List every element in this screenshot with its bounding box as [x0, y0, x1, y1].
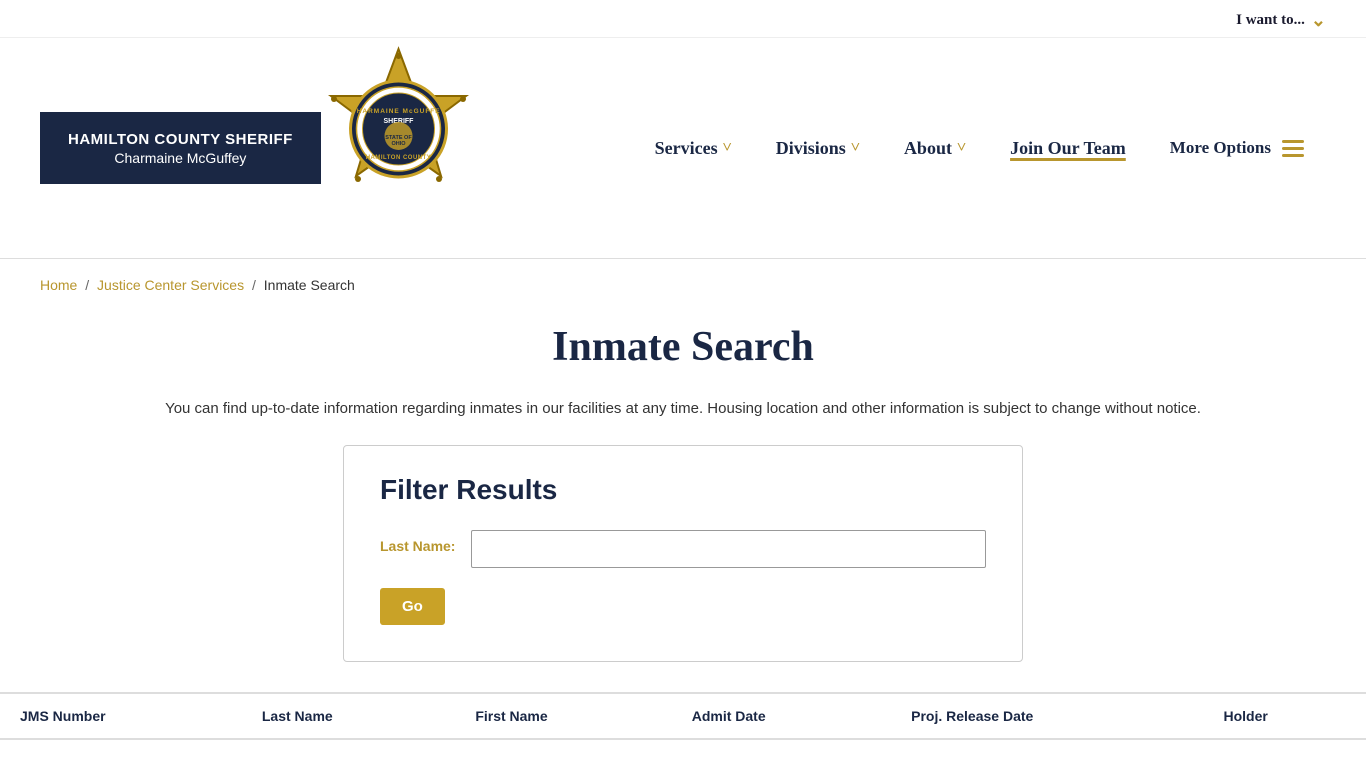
col-jms-number: JMS Number — [0, 693, 242, 739]
col-last-name: Last Name — [242, 693, 455, 739]
filter-row-lastname: Last Name: — [380, 530, 986, 568]
breadcrumb-separator-2: / — [252, 277, 260, 293]
department-name: HAMILTON COUNTY SHERIFF — [68, 130, 293, 150]
table-header-row: JMS Number Last Name First Name Admit Da… — [0, 693, 1366, 739]
i-want-to-button[interactable]: I want to... ⌄ — [1236, 10, 1326, 31]
sheriff-name: Charmaine McGuffey — [68, 150, 293, 166]
col-admit-date: Admit Date — [672, 693, 891, 739]
breadcrumb-separator-1: / — [85, 277, 93, 293]
services-label: Services — [655, 138, 718, 159]
services-chevron-icon: ˅ — [723, 139, 732, 157]
svg-text:OHIO: OHIO — [391, 141, 406, 147]
svg-text:HAMILTON COUNTY: HAMILTON COUNTY — [366, 155, 432, 161]
nav-divisions[interactable]: Divisions ˅ — [754, 128, 882, 169]
go-button[interactable]: Go — [380, 588, 445, 625]
divisions-label: Divisions — [776, 138, 846, 159]
table-header: JMS Number Last Name First Name Admit Da… — [0, 693, 1366, 739]
i-want-to-label: I want to... — [1236, 12, 1305, 29]
col-release-date: Proj. Release Date — [891, 693, 1203, 739]
main-nav: Services ˅ Divisions ˅ About ˅ Join Our … — [633, 128, 1326, 169]
page-title-section: Inmate Search — [0, 303, 1366, 381]
more-options-label: More Options — [1170, 138, 1271, 158]
nav-services[interactable]: Services ˅ — [633, 128, 754, 169]
divisions-chevron-icon: ˅ — [851, 139, 860, 157]
chevron-down-icon: ⌄ — [1311, 10, 1326, 31]
filter-title: Filter Results — [380, 474, 986, 506]
logo-area: HAMILTON COUNTY SHERIFF Charmaine McGuff… — [40, 41, 486, 256]
filter-container: Filter Results Last Name: Go — [343, 445, 1023, 662]
breadcrumb: Home / Justice Center Services / Inmate … — [0, 259, 1366, 303]
nav-join-team[interactable]: Join Our Team — [988, 128, 1148, 169]
join-team-label: Join Our Team — [1010, 138, 1126, 159]
page-description: You can find up-to-date information rega… — [0, 381, 1366, 445]
nav-about[interactable]: About ˅ — [882, 128, 988, 169]
breadcrumb-home[interactable]: Home — [40, 277, 77, 293]
page-title: Inmate Search — [40, 323, 1326, 371]
hamburger-icon — [1282, 140, 1304, 157]
about-label: About — [904, 138, 952, 159]
results-table: JMS Number Last Name First Name Admit Da… — [0, 692, 1366, 740]
nav-more-options[interactable]: More Options — [1148, 128, 1326, 168]
sheriff-title-box: HAMILTON COUNTY SHERIFF Charmaine McGuff… — [40, 112, 321, 184]
svg-text:CHARMAINE McGUFFEY: CHARMAINE McGUFFEY — [351, 108, 446, 115]
about-chevron-icon: ˅ — [957, 139, 966, 157]
breadcrumb-justice-center[interactable]: Justice Center Services — [97, 277, 244, 293]
site-header: HAMILTON COUNTY SHERIFF Charmaine McGuff… — [0, 38, 1366, 258]
col-first-name: First Name — [455, 693, 671, 739]
last-name-input[interactable] — [471, 530, 986, 568]
breadcrumb-current: Inmate Search — [264, 277, 355, 293]
top-bar: I want to... ⌄ — [0, 0, 1366, 38]
sheriff-badge: CHARMAINE McGUFFEY SHERIFF STATE OF OHIO… — [311, 41, 486, 256]
col-holder: Holder — [1203, 693, 1366, 739]
last-name-label: Last Name: — [380, 530, 455, 554]
